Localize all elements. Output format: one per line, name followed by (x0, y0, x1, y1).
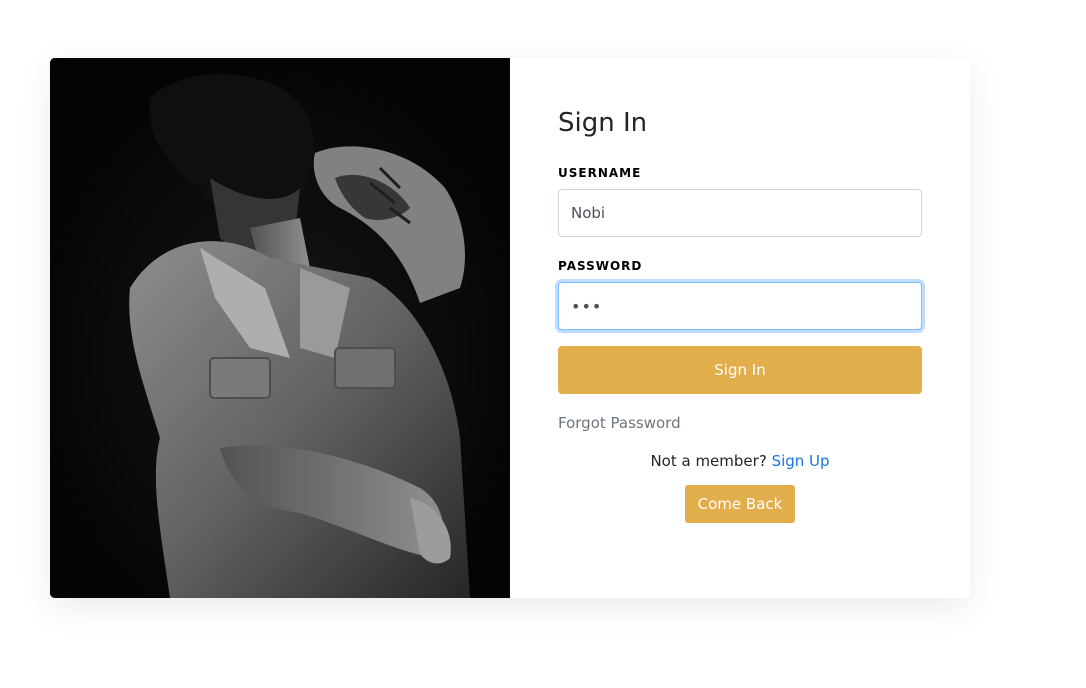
signup-link[interactable]: Sign Up (772, 452, 830, 470)
login-card: Sign In USERNAME PASSWORD ••• Sign In Fo… (50, 58, 970, 598)
member-prompt-text: Not a member? (650, 452, 767, 470)
come-back-button[interactable]: Come Back (684, 485, 796, 523)
password-label: PASSWORD (558, 259, 643, 273)
hero-photo (50, 58, 510, 598)
signin-button[interactable]: Sign In (558, 346, 922, 394)
username-input[interactable] (558, 189, 922, 237)
person-photo-icon (50, 58, 510, 598)
signin-panel: Sign In USERNAME PASSWORD ••• Sign In Fo… (510, 58, 970, 598)
password-mask: ••• (571, 297, 603, 316)
page-title: Sign In (558, 108, 648, 138)
password-input[interactable]: ••• (558, 282, 922, 330)
signup-prompt: Not a member? Sign Up (558, 452, 922, 470)
username-label: USERNAME (558, 166, 642, 180)
come-back-row: Come Back (558, 485, 922, 523)
forgot-password-link[interactable]: Forgot Password (558, 414, 922, 432)
